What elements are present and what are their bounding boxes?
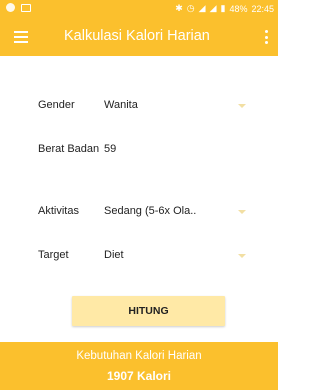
gender-label: Gender xyxy=(38,99,75,111)
wifi-icon: ◢ xyxy=(198,3,206,13)
berat-badan-label: Berat Badan xyxy=(38,143,100,155)
target-label: Target xyxy=(38,249,69,261)
aktivitas-label: Aktivitas xyxy=(38,205,79,217)
battery-icon: ▮ xyxy=(220,3,226,13)
dropdown-arrow-icon[interactable] xyxy=(238,210,246,214)
alarm-icon: ◷ xyxy=(186,3,195,13)
aktivitas-spinner[interactable]: Aktivitas Sedang (5-6x Ola.. xyxy=(38,202,248,222)
app-title: Kalkulasi Kalori Harian xyxy=(64,28,210,44)
gender-value[interactable]: Wanita xyxy=(104,99,138,111)
target-value[interactable]: Diet xyxy=(104,249,124,261)
hitung-button[interactable]: HITUNG xyxy=(72,296,225,326)
berat-badan-row: Berat Badan 59 xyxy=(38,140,248,160)
result-title: Kebutuhan Kalori Harian xyxy=(76,350,202,362)
image-notification-icon xyxy=(21,3,31,12)
chat-notification-icon xyxy=(6,3,15,12)
bluetooth-icon: ✱ xyxy=(175,3,183,13)
aktivitas-value[interactable]: Sedang (5-6x Ola.. xyxy=(104,205,196,217)
berat-badan-input[interactable]: 59 xyxy=(104,143,116,155)
hamburger-menu-icon[interactable] xyxy=(14,31,28,43)
dropdown-arrow-icon[interactable] xyxy=(238,104,246,108)
signal-icon: ◢ xyxy=(209,3,217,13)
overflow-menu-icon[interactable] xyxy=(265,30,268,44)
dropdown-arrow-icon[interactable] xyxy=(238,254,246,258)
target-spinner[interactable]: Target Diet xyxy=(38,246,248,266)
app-bar: Kalkulasi Kalori Harian xyxy=(0,18,278,56)
gender-spinner[interactable]: Gender Wanita xyxy=(38,96,248,116)
clock: 22:45 xyxy=(251,3,274,14)
result-footer: Kebutuhan Kalori Harian 1907 Kalori xyxy=(0,342,278,390)
status-bar: ✱ ◷ ◢ ◢ ▮ 48% 22:45 xyxy=(0,0,278,18)
battery-percent: 48% xyxy=(229,3,248,14)
result-value: 1907 Kalori xyxy=(106,369,172,383)
